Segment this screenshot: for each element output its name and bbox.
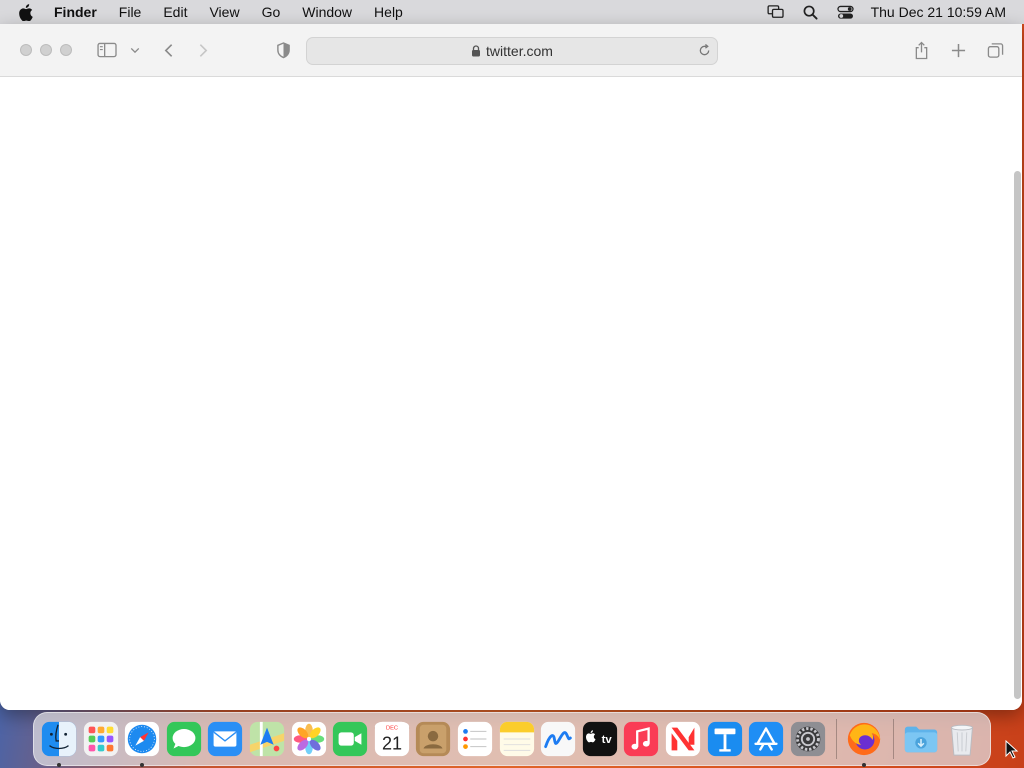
address-bar-url: twitter.com	[486, 43, 553, 59]
new-tab-icon[interactable]	[948, 40, 968, 60]
menu-go[interactable]: Go	[262, 4, 281, 20]
freeform-icon	[541, 721, 576, 757]
address-bar[interactable]: twitter.com	[306, 37, 718, 65]
keynote-icon	[707, 721, 742, 757]
dock-launchpad[interactable]	[81, 719, 121, 759]
running-indicator	[57, 763, 61, 767]
app-store-icon	[748, 721, 784, 757]
dock-downloads[interactable]	[901, 719, 941, 759]
dock-finder[interactable]	[39, 719, 79, 767]
messages-icon	[166, 721, 201, 757]
calendar-day: 21	[382, 733, 402, 753]
dock-system-settings[interactable]	[788, 719, 828, 759]
control-center-icon[interactable]	[836, 2, 856, 22]
safari-icon	[125, 721, 160, 757]
reminders-icon	[457, 721, 493, 757]
menu-view[interactable]: View	[209, 4, 239, 20]
contacts-icon	[416, 721, 451, 757]
dock-keynote[interactable]	[705, 719, 745, 759]
menu-bar: Finder File Edit View Go Window Help Thu…	[0, 0, 1024, 24]
dock-trash[interactable]	[942, 719, 982, 759]
dock-facetime[interactable]	[330, 719, 370, 759]
dock-separator	[836, 719, 838, 759]
menu-window[interactable]: Window	[302, 4, 352, 20]
browser-toolbar: twitter.com	[0, 24, 1022, 77]
reload-icon[interactable]	[698, 44, 712, 58]
safari-window: twitter.com	[0, 24, 1022, 710]
dock-news[interactable]	[663, 719, 703, 759]
dock-separator	[892, 719, 894, 759]
menu-finder[interactable]: Finder	[54, 4, 97, 20]
dock-reminders[interactable]	[455, 719, 495, 759]
firefox-icon	[848, 722, 881, 756]
downloads-folder-icon	[904, 726, 938, 753]
system-settings-icon	[790, 721, 825, 757]
apple-tv-label: tv	[601, 734, 612, 746]
dock-contacts[interactable]	[413, 719, 453, 759]
menu-file[interactable]: File	[119, 4, 142, 20]
dock: DEC 21 tv	[33, 712, 991, 767]
calendar-month: DEC	[386, 726, 398, 732]
dock-apple-tv[interactable]: tv	[580, 719, 620, 759]
zoom-window-button[interactable]	[60, 44, 72, 56]
minimize-window-button[interactable]	[40, 44, 52, 56]
calendar-icon: DEC21	[374, 721, 409, 757]
menu-edit[interactable]: Edit	[163, 4, 187, 20]
screen-mirroring-icon[interactable]	[766, 2, 786, 22]
apple-logo-icon[interactable]	[18, 3, 36, 21]
running-indicator	[140, 763, 145, 767]
trash-icon	[951, 724, 974, 756]
menu-help[interactable]: Help	[374, 4, 403, 20]
dock-mail[interactable]	[205, 719, 245, 759]
running-indicator	[862, 763, 867, 767]
finder-icon	[41, 721, 77, 757]
news-icon	[665, 721, 701, 757]
apple-tv-icon: tv	[582, 721, 617, 757]
lock-icon	[471, 45, 481, 57]
dock-notes[interactable]	[497, 719, 537, 759]
dock-app-store[interactable]	[746, 719, 786, 759]
facetime-icon	[333, 721, 368, 757]
dock-messages[interactable]	[164, 719, 204, 759]
dock-safari[interactable]	[122, 719, 162, 767]
dock-photos[interactable]	[289, 719, 329, 759]
back-icon[interactable]	[160, 40, 176, 60]
photos-icon	[291, 721, 326, 757]
sidebar-icon[interactable]	[96, 40, 118, 60]
chevron-down-icon[interactable]	[129, 44, 141, 56]
mail-icon	[208, 721, 243, 757]
share-icon[interactable]	[911, 38, 931, 62]
dock-calendar[interactable]: DEC 21	[372, 719, 412, 759]
close-window-button[interactable]	[20, 44, 32, 56]
privacy-shield-icon[interactable]	[273, 40, 293, 60]
mouse-cursor-icon	[1005, 740, 1019, 759]
web-content-area[interactable]	[0, 77, 1022, 710]
forward-icon[interactable]	[195, 40, 211, 60]
menu-bar-clock[interactable]: Thu Dec 21 10:59 AM	[871, 4, 1006, 20]
spotlight-search-icon[interactable]	[801, 2, 821, 22]
launchpad-icon	[83, 721, 118, 757]
dock-freeform[interactable]	[538, 719, 578, 759]
notes-icon	[499, 721, 534, 757]
tab-overview-icon[interactable]	[985, 40, 1005, 60]
maps-icon	[249, 721, 285, 757]
dock-maps[interactable]	[247, 719, 287, 759]
vertical-scrollbar[interactable]	[1014, 171, 1021, 699]
dock-firefox[interactable]	[844, 719, 884, 767]
music-icon	[624, 721, 659, 757]
dock-music[interactable]	[621, 719, 661, 759]
